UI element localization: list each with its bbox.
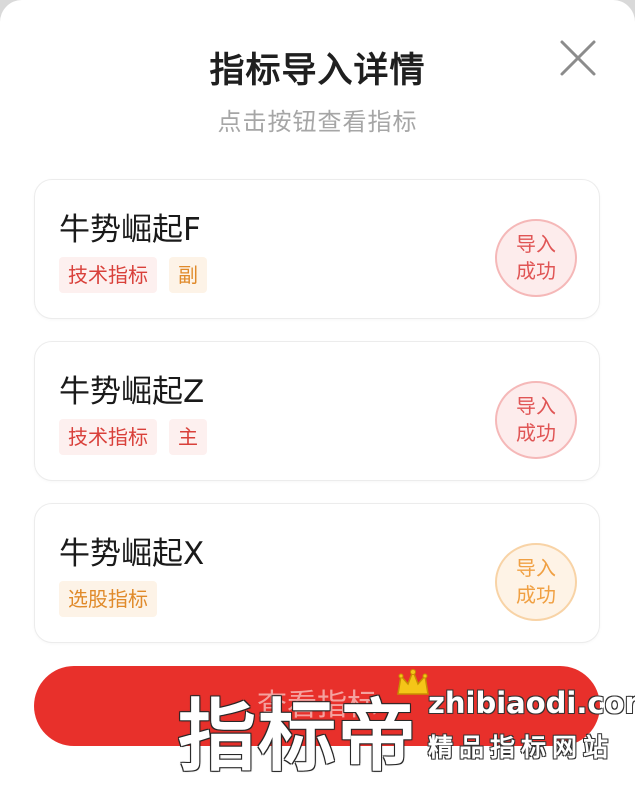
- watermark-slogan: 精品指标网站: [428, 733, 615, 762]
- indicator-name: 牛势崛起X: [59, 536, 205, 572]
- import-success-stamp: 导入 成功: [495, 219, 577, 297]
- indicator-name: 牛势崛起F: [59, 212, 201, 248]
- dialog-title: 指标导入详情: [209, 51, 426, 91]
- stamp-line-2: 成功: [516, 421, 556, 445]
- indicator-card[interactable]: 牛势崛起Z 技术指标 主 导入 成功: [34, 341, 600, 481]
- tag-type: 技术指标: [59, 257, 157, 293]
- indicator-tags: 技术指标 主: [59, 419, 207, 455]
- watermark: 指标帝 zhibiaodi.com 精品指标网站: [178, 668, 635, 782]
- tag-type: 技术指标: [59, 419, 157, 455]
- indicator-tags: 技术指标 副: [59, 257, 207, 293]
- stamp-line-2: 成功: [516, 259, 556, 283]
- close-icon: [560, 40, 596, 76]
- stamp-line-1: 导入: [516, 394, 556, 418]
- tag-type: 选股指标: [59, 581, 157, 617]
- tag-chart: 副: [169, 257, 207, 293]
- tag-chart: 主: [169, 419, 207, 455]
- close-button[interactable]: [558, 38, 598, 78]
- watermark-logo-text: 指标帝: [178, 692, 419, 782]
- import-success-stamp: 导入 成功: [495, 543, 577, 621]
- watermark-url: zhibiaodi.com: [428, 686, 635, 720]
- dialog-subtitle: 点击按钮查看指标: [217, 108, 418, 136]
- stamp-line-2: 成功: [516, 583, 556, 607]
- import-success-stamp: 导入 成功: [495, 381, 577, 459]
- import-details-dialog: 指标导入详情 点击按钮查看指标 牛势崛起F 技术指标 副 导入 成功 牛势崛起Z…: [0, 0, 635, 787]
- indicator-card[interactable]: 牛势崛起X 选股指标 导入 成功: [34, 503, 600, 643]
- stamp-line-1: 导入: [516, 232, 556, 256]
- indicator-card[interactable]: 牛势崛起F 技术指标 副 导入 成功: [34, 179, 600, 319]
- stamp-line-1: 导入: [516, 556, 556, 580]
- indicator-name: 牛势崛起Z: [59, 374, 205, 410]
- crown-icon: [397, 668, 429, 695]
- indicator-tags: 选股指标: [59, 581, 157, 617]
